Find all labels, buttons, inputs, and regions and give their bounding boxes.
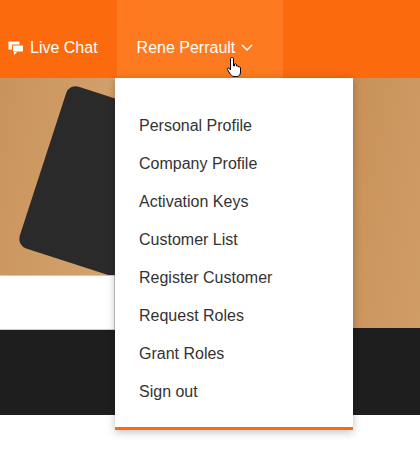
menu-item[interactable]: Customer List bbox=[115, 221, 353, 259]
menu-item[interactable]: Sign out bbox=[115, 373, 353, 411]
chevron-down-icon bbox=[241, 44, 253, 52]
menu-item[interactable]: Activation Keys bbox=[115, 183, 353, 221]
live-chat-link[interactable]: Live Chat bbox=[0, 0, 110, 78]
top-bar: Live Chat Rene Perrault bbox=[0, 0, 420, 78]
menu-item[interactable]: Request Roles bbox=[115, 297, 353, 335]
menu-item[interactable]: Grant Roles bbox=[115, 335, 353, 373]
menu-item[interactable]: Personal Profile bbox=[115, 107, 353, 145]
menu-item[interactable]: Register Customer bbox=[115, 259, 353, 297]
live-chat-label: Live Chat bbox=[30, 39, 98, 57]
user-name: Rene Perrault bbox=[137, 39, 236, 57]
user-menu-toggle[interactable]: Rene Perrault bbox=[117, 0, 283, 78]
user-dropdown-menu: Personal ProfileCompany ProfileActivatio… bbox=[115, 78, 353, 430]
chat-icon bbox=[8, 41, 24, 55]
content-panel bbox=[0, 275, 115, 330]
menu-item[interactable]: Company Profile bbox=[115, 145, 353, 183]
hand-cursor-icon bbox=[226, 56, 246, 78]
